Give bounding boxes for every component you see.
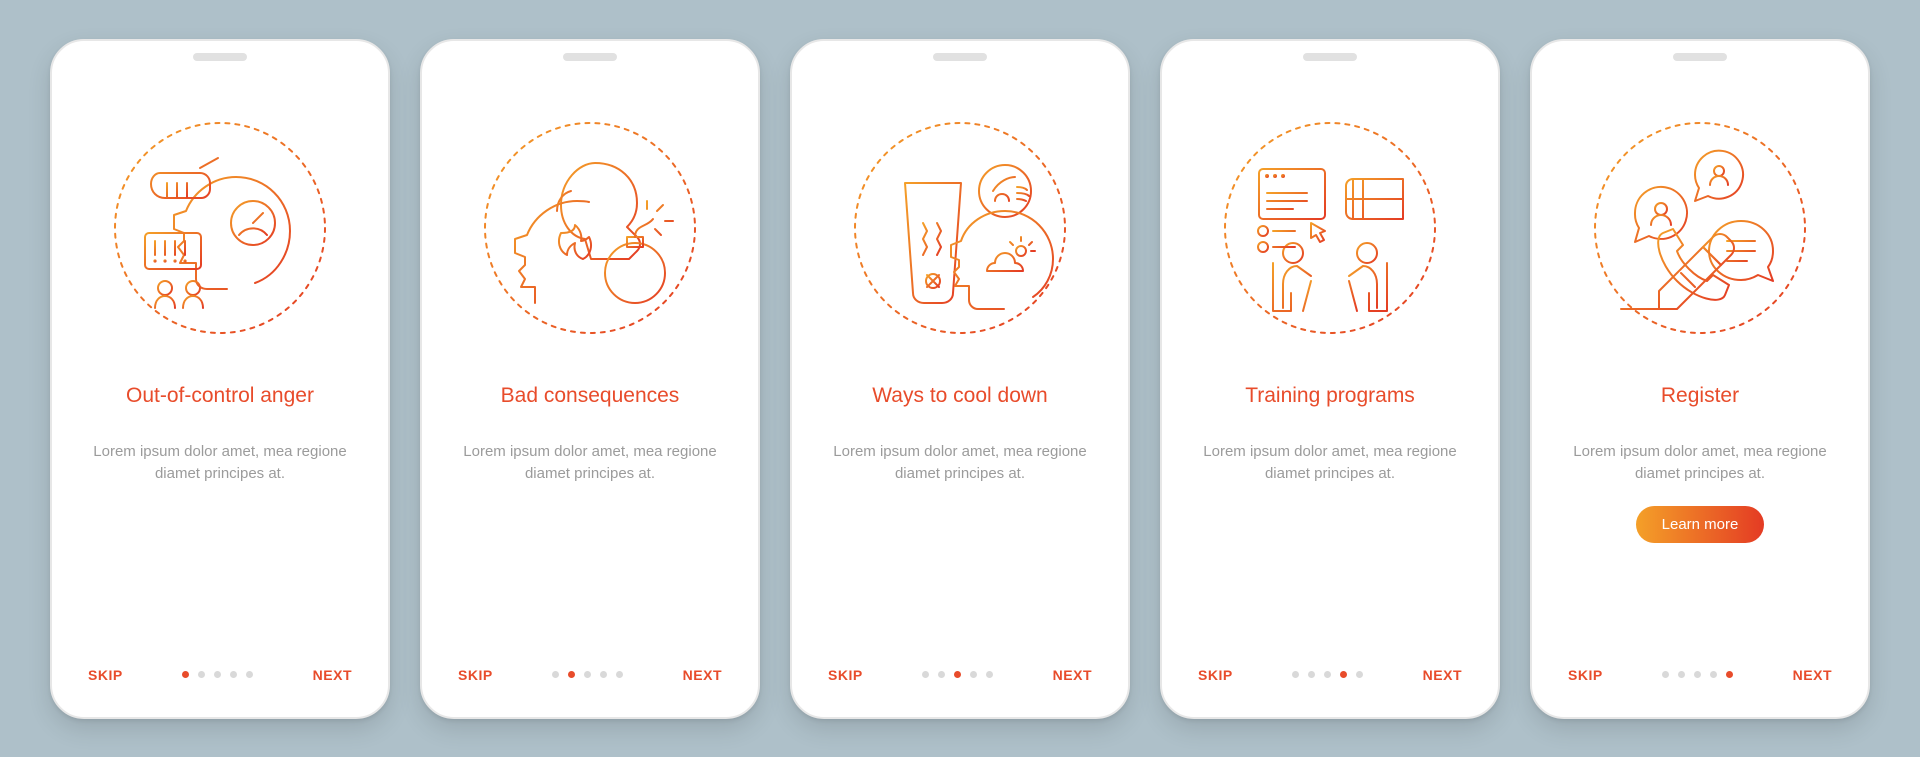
page-dot	[230, 671, 237, 678]
page-dot	[1292, 671, 1299, 678]
training-illustration	[1215, 113, 1445, 343]
screen-title: Training programs	[1245, 371, 1415, 423]
next-button[interactable]: NEXT	[313, 667, 352, 683]
phone-frame: Out-of-control anger Lorem ipsum dolor am…	[50, 39, 390, 719]
phone-frame: Ways to cool down Lorem ipsum dolor amet,…	[790, 39, 1130, 719]
screen-description: Lorem ipsum dolor amet, mea regione diam…	[824, 441, 1096, 486]
bad-illustration	[475, 113, 705, 343]
page-dot	[938, 671, 945, 678]
page-dot	[970, 671, 977, 678]
page-dot	[616, 671, 623, 678]
onboarding-nav: SKIP NEXT	[62, 667, 378, 683]
page-indicator	[1292, 671, 1363, 678]
page-dot	[182, 671, 189, 678]
screen-description: Lorem ipsum dolor amet, mea regione diam…	[1564, 441, 1836, 486]
next-button[interactable]: NEXT	[1423, 667, 1462, 683]
screen-description: Lorem ipsum dolor amet, mea regione diam…	[84, 441, 356, 486]
page-dot	[1340, 671, 1347, 678]
register-illustration	[1585, 113, 1815, 343]
page-indicator	[922, 671, 993, 678]
onboarding-screen: Out-of-control anger Lorem ipsum dolor am…	[62, 75, 378, 707]
onboarding-nav: SKIP NEXT	[1172, 667, 1488, 683]
onboarding-carousel: Out-of-control anger Lorem ipsum dolor am…	[20, 9, 1900, 749]
page-dot	[584, 671, 591, 678]
page-dot	[246, 671, 253, 678]
page-dot	[1662, 671, 1669, 678]
page-dot	[1726, 671, 1733, 678]
onboarding-nav: SKIP NEXT	[1542, 667, 1858, 683]
skip-button[interactable]: SKIP	[828, 667, 863, 683]
page-dot	[552, 671, 559, 678]
skip-button[interactable]: SKIP	[88, 667, 123, 683]
page-dot	[568, 671, 575, 678]
skip-button[interactable]: SKIP	[1198, 667, 1233, 683]
page-dot	[1678, 671, 1685, 678]
screen-description: Lorem ipsum dolor amet, mea regione diam…	[1194, 441, 1466, 486]
page-dot	[600, 671, 607, 678]
page-indicator	[182, 671, 253, 678]
learn-more-button[interactable]: Learn more	[1636, 506, 1765, 543]
next-button[interactable]: NEXT	[1053, 667, 1092, 683]
next-button[interactable]: NEXT	[683, 667, 722, 683]
page-indicator	[1662, 671, 1733, 678]
next-button[interactable]: NEXT	[1793, 667, 1832, 683]
page-dot	[1694, 671, 1701, 678]
onboarding-screen: Ways to cool down Lorem ipsum dolor amet,…	[802, 75, 1118, 707]
screen-title: Register	[1661, 371, 1739, 423]
screen-title: Out-of-control anger	[126, 371, 314, 423]
page-dot	[1710, 671, 1717, 678]
screen-title: Bad consequences	[501, 371, 680, 423]
onboarding-screen: Training programs Lorem ipsum dolor amet,…	[1172, 75, 1488, 707]
phone-frame: Training programs Lorem ipsum dolor amet,…	[1160, 39, 1500, 719]
page-dot	[954, 671, 961, 678]
page-dot	[986, 671, 993, 678]
screen-title: Ways to cool down	[872, 371, 1047, 423]
page-dot	[214, 671, 221, 678]
page-indicator	[552, 671, 623, 678]
page-dot	[1356, 671, 1363, 678]
phone-frame: Register Lorem ipsum dolor amet, mea regi…	[1530, 39, 1870, 719]
page-dot	[922, 671, 929, 678]
onboarding-nav: SKIP NEXT	[802, 667, 1118, 683]
screen-description: Lorem ipsum dolor amet, mea regione diam…	[454, 441, 726, 486]
skip-button[interactable]: SKIP	[1568, 667, 1603, 683]
anger-illustration	[105, 113, 335, 343]
onboarding-screen: Bad consequences Lorem ipsum dolor amet, …	[432, 75, 748, 707]
onboarding-screen: Register Lorem ipsum dolor amet, mea regi…	[1542, 75, 1858, 707]
page-dot	[1324, 671, 1331, 678]
skip-button[interactable]: SKIP	[458, 667, 493, 683]
page-dot	[1308, 671, 1315, 678]
page-dot	[198, 671, 205, 678]
cool-illustration	[845, 113, 1075, 343]
onboarding-nav: SKIP NEXT	[432, 667, 748, 683]
phone-frame: Bad consequences Lorem ipsum dolor amet, …	[420, 39, 760, 719]
